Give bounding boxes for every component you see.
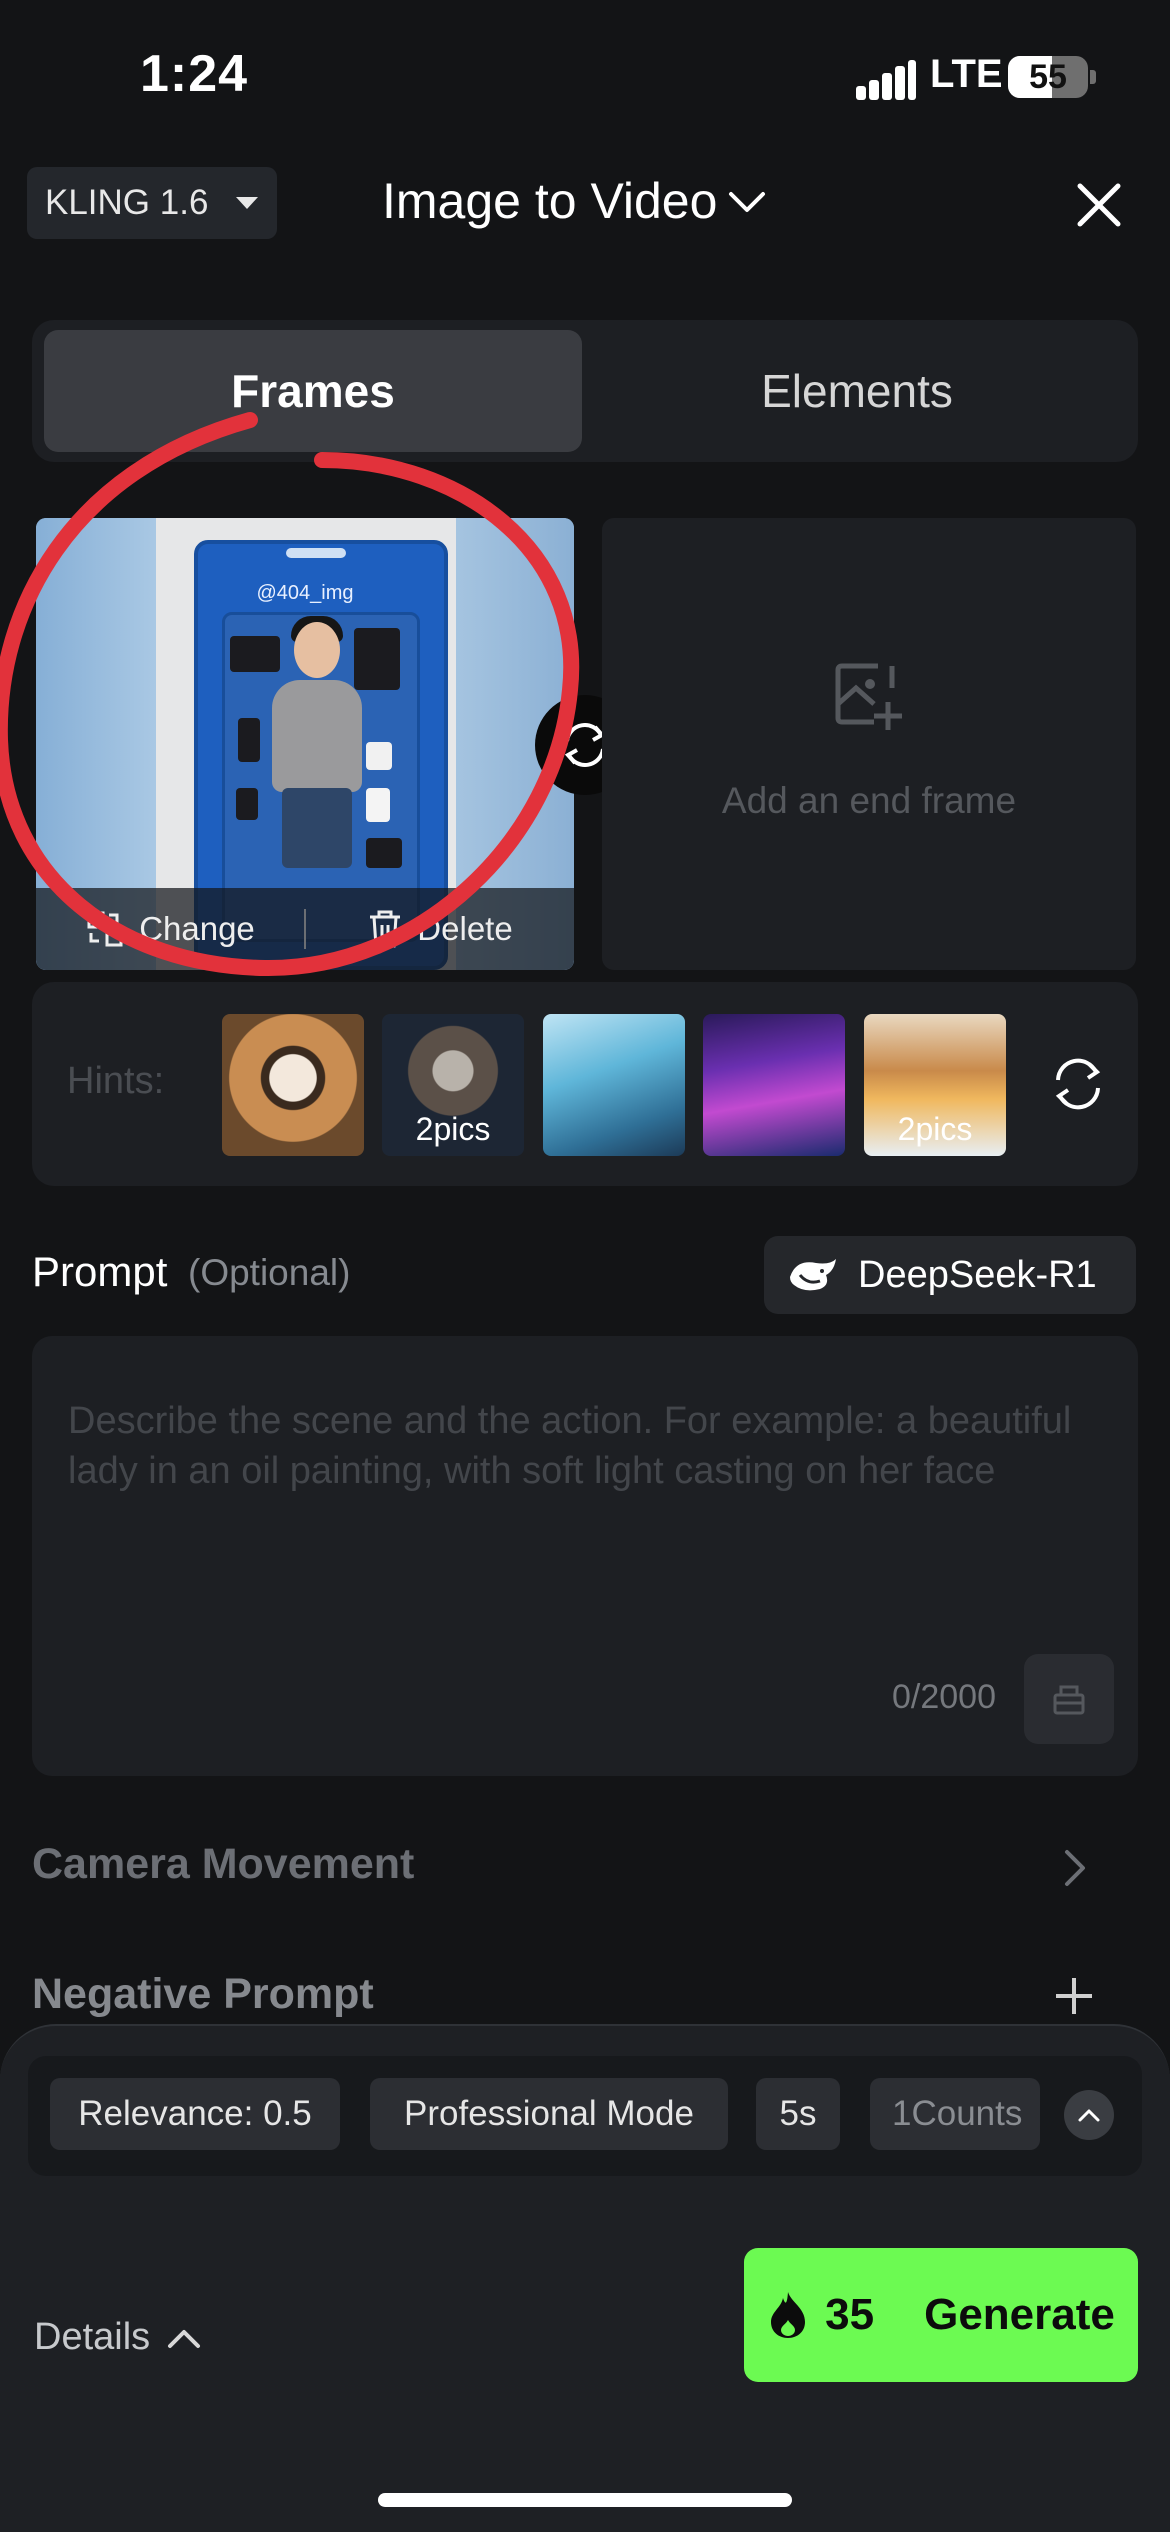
network-label: LTE — [930, 52, 1003, 96]
relevance-chip[interactable]: Relevance: 0.5 — [50, 2078, 340, 2150]
end-frame-placeholder: Add an end frame — [721, 780, 1017, 821]
details-toggle[interactable]: Details — [34, 2316, 202, 2359]
change-button[interactable]: Change — [36, 909, 304, 949]
hint-thumbnail[interactable] — [703, 1014, 845, 1156]
negative-prompt-row[interactable]: Negative Prompt — [32, 1970, 374, 2019]
battery-icon: 55 — [1008, 56, 1088, 98]
duration-chip[interactable]: 5s — [756, 2078, 840, 2150]
details-label: Details — [34, 2316, 151, 2358]
clear-prompt-button[interactable] — [1024, 1654, 1114, 1744]
mode-title: Image to Video — [382, 173, 718, 229]
change-label: Change — [139, 910, 255, 947]
prompt-optional-label: (Optional) — [188, 1252, 351, 1293]
generate-label: Generate — [924, 2290, 1115, 2339]
settings-chips: Relevance: 0.5 Professional Mode 5s 1Cou… — [28, 2056, 1142, 2176]
prompt-label: Prompt — [32, 1248, 168, 1295]
expand-settings-button[interactable] — [1064, 2090, 1114, 2140]
prompt-box: 0/2000 — [32, 1336, 1138, 1776]
flame-icon — [771, 2292, 806, 2338]
chevron-up-icon — [168, 2329, 201, 2348]
mode-chip[interactable]: Professional Mode — [370, 2078, 728, 2150]
delete-label: Delete — [417, 910, 513, 947]
tab-elements[interactable]: Elements — [588, 330, 1126, 452]
model-label: KLING 1.6 — [45, 183, 209, 222]
deepseek-button[interactable]: DeepSeek-R1 — [764, 1236, 1136, 1314]
hint-thumbnail[interactable] — [222, 1014, 364, 1156]
settings-sheet: Relevance: 0.5 Professional Mode 5s 1Cou… — [0, 2024, 1170, 2532]
hint-thumbnail[interactable]: 2pics — [864, 1014, 1006, 1156]
credits-count: 35 — [825, 2290, 875, 2339]
status-time: 1:24 — [140, 45, 249, 103]
plus-icon[interactable] — [1050, 1972, 1098, 2020]
character-counter: 0/2000 — [892, 1678, 996, 1716]
person-figure — [294, 622, 340, 678]
home-indicator — [378, 2493, 792, 2507]
count-chip[interactable]: 1Counts — [870, 2078, 1040, 2150]
eraser-icon — [1053, 1685, 1085, 1715]
whale-icon — [790, 1259, 836, 1291]
start-frame-image[interactable]: @404_img Change Delete — [36, 518, 574, 970]
battery-tip — [1090, 70, 1096, 84]
generate-button[interactable]: 35 Generate — [744, 2248, 1138, 2382]
add-image-icon — [835, 663, 902, 730]
frame-action-bar: Change Delete — [36, 888, 574, 970]
image-watermark: @404_img — [256, 582, 354, 604]
hint-thumbnail[interactable]: 2pics — [382, 1014, 524, 1156]
chevron-right-icon[interactable] — [1055, 1846, 1095, 1890]
model-selector-button[interactable]: KLING 1.6 — [27, 167, 277, 239]
refresh-hints-icon[interactable] — [1048, 1054, 1108, 1114]
prompt-input[interactable] — [68, 1396, 1108, 1656]
signal-icon — [856, 60, 916, 100]
camera-movement-row[interactable]: Camera Movement — [32, 1840, 414, 1889]
chevron-down-icon — [729, 192, 766, 212]
delete-button[interactable]: Delete — [306, 909, 574, 949]
deepseek-label: DeepSeek-R1 — [858, 1253, 1097, 1296]
chevron-up-icon — [1078, 2109, 1100, 2122]
trash-icon — [370, 910, 401, 948]
battery-level: 55 — [1029, 58, 1067, 96]
end-frame-slot[interactable]: Add an end frame — [602, 518, 1136, 970]
close-icon[interactable] — [1072, 178, 1126, 232]
hint-thumbnail[interactable] — [543, 1014, 685, 1156]
hints-panel: Hints: 2pics 2pics — [32, 982, 1138, 1186]
caret-down-icon — [236, 197, 259, 209]
tab-bar: Frames Elements — [32, 320, 1138, 462]
swap-image-icon — [87, 911, 123, 947]
mode-selector[interactable]: Image to Video — [382, 172, 767, 230]
tab-frames[interactable]: Frames — [44, 330, 582, 452]
hints-label: Hints: — [67, 1060, 165, 1102]
